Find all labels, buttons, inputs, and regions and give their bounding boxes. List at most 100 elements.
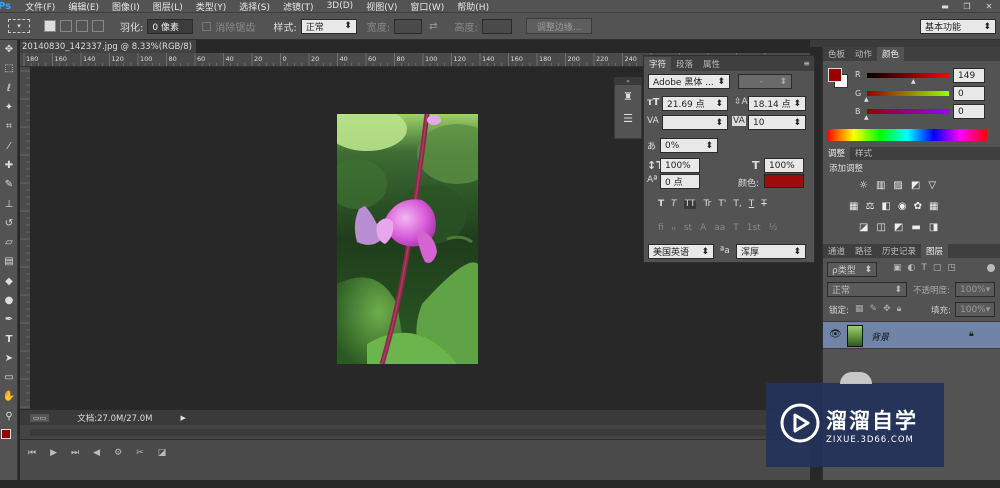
tab-styles[interactable]: 样式 <box>850 146 877 160</box>
subtract-selection-icon[interactable] <box>76 20 88 32</box>
tab-paragraph[interactable]: 段落 <box>671 57 698 71</box>
lock-transparent-icon[interactable]: ▦ <box>855 304 864 314</box>
faux-italic-button[interactable]: T <box>671 199 677 209</box>
tsume-select[interactable]: 0%⬍ <box>660 138 718 153</box>
filter-toggle[interactable] <box>987 264 995 272</box>
tab-paths[interactable]: 路径 <box>850 244 877 258</box>
lock-pixels-icon[interactable]: ✎ <box>870 304 878 314</box>
minimize-icon[interactable]: ▬ <box>934 0 956 12</box>
gradient-map-icon[interactable]: ▬ <box>911 222 920 233</box>
antialias-select[interactable]: 浑厚⬍ <box>736 244 806 259</box>
type-filter-icon[interactable]: T <box>921 263 927 273</box>
tab-properties[interactable]: 属性 <box>698 57 725 71</box>
move-tool-icon[interactable]: ✥ <box>0 40 18 59</box>
play-icon[interactable]: ▶ <box>50 448 57 458</box>
crop-tool-icon[interactable]: ⌗ <box>0 117 18 136</box>
b-value-input[interactable]: 0 <box>953 104 985 119</box>
shape-tool-icon[interactable]: ▭ <box>0 368 18 387</box>
curves-icon[interactable]: ▨ <box>893 180 902 191</box>
titling-alternates-button[interactable]: T <box>733 223 739 233</box>
status-arrow-icon[interactable]: ▶ <box>180 414 185 422</box>
faux-bold-button[interactable]: T <box>658 199 664 209</box>
add-selection-icon[interactable] <box>60 20 72 32</box>
style-select[interactable]: 正常⬍ <box>301 19 357 34</box>
exposure-icon[interactable]: ◩ <box>911 180 920 191</box>
lock-position-icon[interactable]: ✥ <box>883 304 891 314</box>
vibrance-icon[interactable]: ▽ <box>928 180 936 191</box>
first-frame-icon[interactable]: ⏮ <box>28 448 36 458</box>
tab-history[interactable]: 历史记录 <box>877 244 921 258</box>
subscript-button[interactable]: T, <box>733 199 741 209</box>
r-value-input[interactable]: 149 <box>953 68 985 83</box>
g-slider[interactable] <box>867 91 949 96</box>
menu-window[interactable]: 窗口(W) <box>404 0 451 12</box>
menu-image[interactable]: 图像(I) <box>106 0 147 12</box>
pixel-filter-icon[interactable]: ▣ <box>893 263 902 273</box>
menu-layer[interactable]: 图层(L) <box>147 0 190 12</box>
gradient-tool-icon[interactable]: ▤ <box>0 252 18 271</box>
ligatures-button[interactable]: fi <box>658 223 664 233</box>
menu-file[interactable]: 文件(F) <box>19 0 62 12</box>
settings-icon[interactable]: ⚙ <box>114 448 122 458</box>
history-brush-tool-icon[interactable]: ↺ <box>0 214 18 233</box>
font-style-select[interactable]: -⬍ <box>738 74 792 89</box>
menu-select[interactable]: 选择(S) <box>233 0 277 12</box>
channel-mixer-icon[interactable]: ✿ <box>914 201 922 212</box>
height-input[interactable] <box>482 19 512 34</box>
layer-row-background[interactable]: 👁︎ 背景 🔒︎ <box>823 321 1000 349</box>
transition-icon[interactable]: ◪ <box>158 448 167 458</box>
foreground-color-swatch[interactable] <box>1 429 11 439</box>
healing-brush-tool-icon[interactable]: ✚ <box>0 156 18 175</box>
color-lookup-icon[interactable]: ▦ <box>929 201 938 212</box>
path-selection-tool-icon[interactable]: ➤ <box>0 349 18 368</box>
menu-type[interactable]: 类型(Y) <box>190 0 234 12</box>
discretionary-ligatures-button[interactable]: st <box>684 223 692 233</box>
ordinals-button[interactable]: 1st <box>747 223 761 233</box>
brightness-icon[interactable]: ☼ <box>859 180 868 191</box>
fractions-button[interactable]: ½ <box>769 223 778 233</box>
clone-stamp-tool-icon[interactable]: ⊥ <box>0 194 18 213</box>
intersect-selection-icon[interactable] <box>92 20 104 32</box>
marquee-tool-icon[interactable]: ⬚ <box>0 59 18 78</box>
lasso-tool-icon[interactable]: ℓ <box>0 79 18 98</box>
blend-mode-select[interactable]: 正常⬍ <box>827 282 907 297</box>
menu-view[interactable]: 视图(V) <box>360 0 404 12</box>
blur-tool-icon[interactable]: ◆ <box>0 272 18 291</box>
stylistic-alternates-button[interactable]: aa <box>714 223 725 233</box>
r-slider[interactable] <box>867 73 949 78</box>
tab-channels[interactable]: 通道 <box>823 244 850 258</box>
dodge-tool-icon[interactable]: ● <box>0 291 18 310</box>
spectrum-bar[interactable] <box>827 129 987 141</box>
opacity-input[interactable]: 100%▾ <box>955 282 995 297</box>
eyedropper-tool-icon[interactable]: ⁄ <box>0 136 18 155</box>
horizontal-scale-input[interactable]: 100% <box>764 158 804 173</box>
color-balance-icon[interactable]: ⚖ <box>865 201 874 212</box>
contextual-alternates-button[interactable]: ℴ <box>672 223 676 233</box>
character-panel-icon[interactable]: ♜ <box>615 85 641 107</box>
close-icon[interactable]: ✕ <box>978 0 1000 12</box>
baseline-shift-input[interactable]: 0 点 <box>660 174 700 189</box>
photo-filter-icon[interactable]: ◉ <box>898 201 907 212</box>
tracking-select[interactable]: 10⬍ <box>748 115 806 130</box>
new-selection-icon[interactable] <box>44 20 56 32</box>
antialias-checkbox[interactable] <box>202 22 211 31</box>
magic-wand-tool-icon[interactable]: ✦ <box>0 98 18 117</box>
document-tab[interactable]: 20140830_142337.jpg @ 8.33%(RGB/8) × <box>20 40 196 53</box>
tab-character[interactable]: 字符 <box>644 57 671 71</box>
hue-saturation-icon[interactable]: ▦ <box>849 201 858 212</box>
hand-tool-icon[interactable]: ✋ <box>0 387 18 406</box>
adjustment-filter-icon[interactable]: ◐ <box>908 263 916 273</box>
panel-menu-icon[interactable]: ≡ <box>803 59 810 68</box>
strikethrough-button[interactable]: T <box>761 199 767 209</box>
font-size-select[interactable]: 21.69 点⬍ <box>662 96 728 111</box>
b-slider[interactable] <box>867 109 949 114</box>
shape-filter-icon[interactable]: ▢ <box>933 263 942 273</box>
g-slider-thumb-icon[interactable]: ▲ <box>864 96 869 103</box>
tab-adjustments[interactable]: 调整 <box>823 146 850 160</box>
zoom-tool-icon[interactable]: ⚲ <box>0 407 18 426</box>
split-icon[interactable]: ✂ <box>136 448 144 458</box>
lock-all-icon[interactable]: 🔒︎ <box>897 304 902 314</box>
fill-input[interactable]: 100%▾ <box>955 302 995 317</box>
invert-icon[interactable]: ◪ <box>859 222 868 233</box>
visibility-eye-icon[interactable]: 👁︎ <box>829 329 842 340</box>
